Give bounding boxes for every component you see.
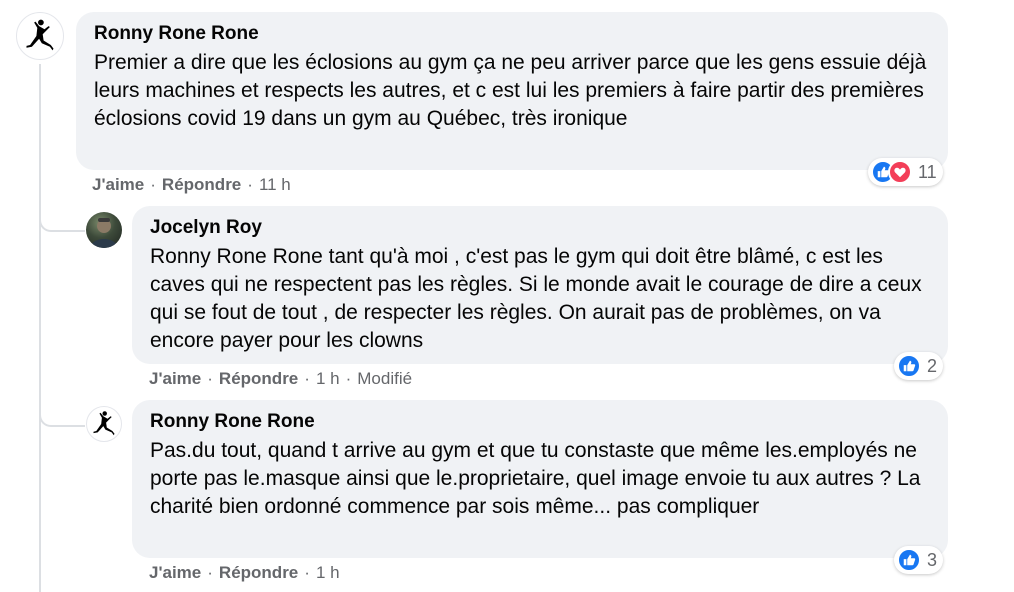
comment-text: Premier a dire que les éclosions au gym … xyxy=(94,51,927,130)
reaction-count: 3 xyxy=(927,549,938,570)
avatar-ronny[interactable] xyxy=(16,12,64,60)
comment-author[interactable]: Ronny Rone Rone xyxy=(150,410,930,434)
reply-button[interactable]: Répondre xyxy=(219,562,298,584)
comment-bubble-1: Ronny Rone Rone Premier a dire que les é… xyxy=(76,12,948,170)
like-button[interactable]: J'aime xyxy=(92,174,144,196)
comment-actions-2: J'aime · Répondre · 1 h · Modifié xyxy=(149,368,412,390)
edited-label[interactable]: Modifié xyxy=(357,368,412,390)
comment-bubble-2: Jocelyn Roy Ronny Rone Rone tant qu'à mo… xyxy=(132,206,948,364)
separator: · xyxy=(207,563,213,582)
reply-button[interactable]: Répondre xyxy=(219,368,298,390)
reaction-summary-2[interactable]: 2 xyxy=(894,352,944,380)
profile-photo-icon xyxy=(90,218,118,248)
like-button[interactable]: J'aime xyxy=(149,562,201,584)
separator: · xyxy=(345,369,352,388)
comment-text: Ronny Rone Rone tant qu'à moi , c'est pa… xyxy=(150,245,922,352)
comment-author[interactable]: Ronny Rone Rone xyxy=(94,22,930,46)
reaction-count: 2 xyxy=(927,355,938,376)
reaction-summary-3[interactable]: 3 xyxy=(894,546,944,574)
comment-actions-1: J'aime · Répondre · 11 h xyxy=(92,174,291,196)
separator: · xyxy=(150,175,156,194)
reaction-summary-1[interactable]: 11 xyxy=(868,158,943,186)
avatar-jocelyn[interactable] xyxy=(86,212,122,248)
thread-line-main xyxy=(39,64,41,592)
love-reaction-icon xyxy=(888,160,912,184)
like-reaction-icon xyxy=(897,548,921,572)
comment-actions-3: J'aime · Répondre · 1 h xyxy=(149,562,340,584)
like-button[interactable]: J'aime xyxy=(149,368,201,390)
thread-branch-1 xyxy=(39,190,85,232)
separator: · xyxy=(304,369,310,388)
comment-bubble-3: Ronny Rone Rone Pas.du tout, quand t arr… xyxy=(132,400,948,558)
avatar-ronny[interactable] xyxy=(86,406,122,442)
separator: · xyxy=(304,563,310,582)
thread-branch-2 xyxy=(39,385,85,427)
jumpman-logo-icon xyxy=(93,411,115,436)
separator: · xyxy=(247,175,253,194)
comment-text: Pas.du tout, quand t arrive au gym et qu… xyxy=(150,439,921,518)
timestamp[interactable]: 1 h xyxy=(316,368,340,390)
timestamp[interactable]: 11 h xyxy=(259,174,291,196)
like-reaction-icon xyxy=(897,354,921,378)
jumpman-logo-icon xyxy=(26,19,54,51)
separator: · xyxy=(207,369,213,388)
reaction-count: 11 xyxy=(918,161,937,182)
reply-button[interactable]: Répondre xyxy=(162,174,241,196)
timestamp[interactable]: 1 h xyxy=(316,562,340,584)
comment-author[interactable]: Jocelyn Roy xyxy=(150,216,930,240)
